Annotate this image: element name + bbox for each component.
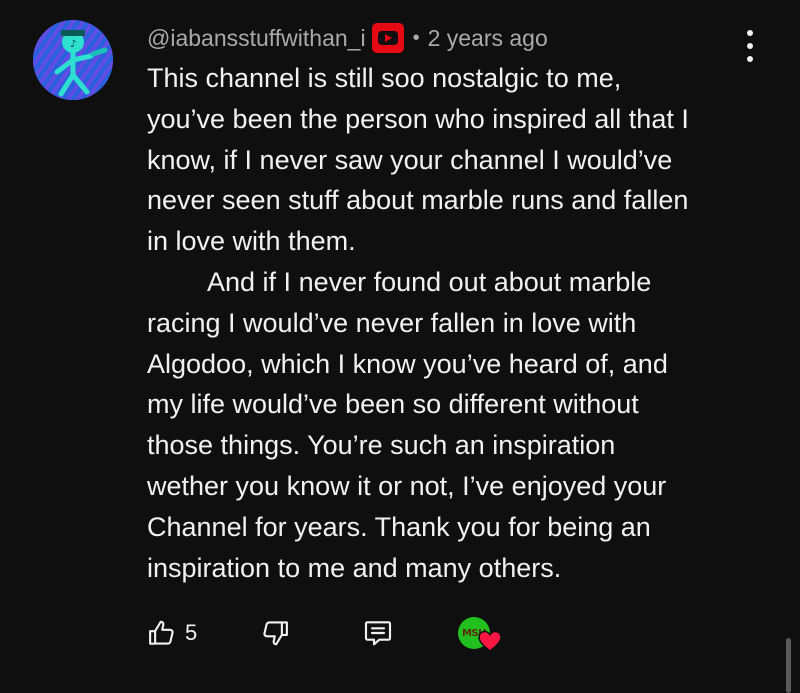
author-handle[interactable]: @iabansstuffwithan_i — [147, 25, 366, 52]
reply-button[interactable] — [362, 615, 394, 651]
youtube-badge-icon — [371, 23, 404, 53]
thumbs-down-icon — [263, 621, 288, 646]
comment-timestamp[interactable]: 2 years ago — [428, 25, 548, 52]
play-icon — [384, 34, 392, 42]
comment-text: This channel is still soo nostalgic to m… — [147, 63, 689, 583]
creator-heart-badge: MSH — [458, 615, 502, 657]
reply-comment-icon — [364, 621, 392, 646]
scrollbar[interactable] — [786, 638, 791, 693]
dislike-button[interactable] — [260, 615, 290, 651]
like-count: 5 — [185, 620, 198, 645]
avatar-image: ♪ — [33, 20, 113, 100]
thumbs-up-icon — [149, 620, 174, 645]
svg-text:♪: ♪ — [70, 39, 76, 50]
comment-thread: ♪ @iabansstuffwithan_i • 2 years ago Thi… — [0, 0, 800, 693]
comment-header: @iabansstuffwithan_i • 2 years ago — [147, 20, 548, 56]
separator-dot: • — [412, 26, 420, 49]
like-button[interactable]: 5 — [147, 615, 197, 651]
author-avatar[interactable]: ♪ — [33, 20, 113, 100]
heart-icon — [478, 630, 502, 652]
